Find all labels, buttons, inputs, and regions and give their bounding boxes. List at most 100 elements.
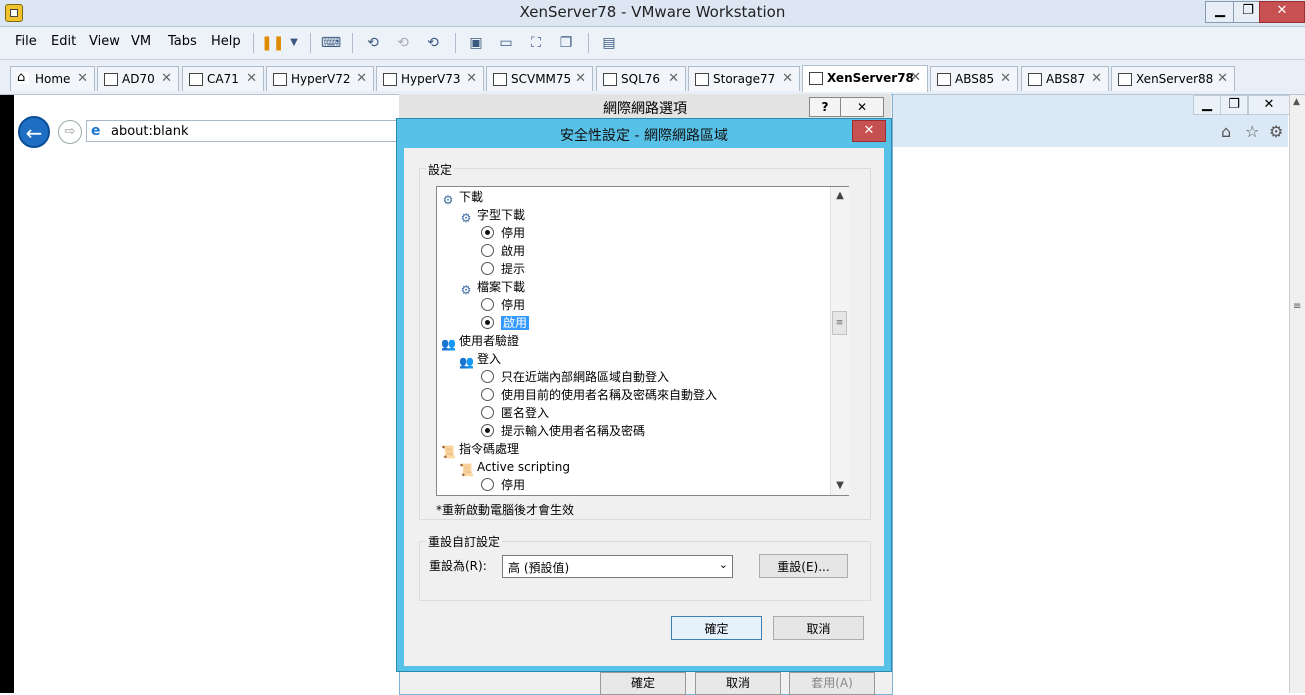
close-icon[interactable]: ✕ xyxy=(1091,67,1102,91)
reset-button[interactable]: 重設(E)... xyxy=(759,554,848,578)
close-icon[interactable]: ✕ xyxy=(1217,67,1228,91)
radio-button[interactable] xyxy=(481,388,494,401)
vm-running-icon xyxy=(273,73,287,86)
browser-close-button[interactable]: ✕ xyxy=(1248,95,1290,115)
tab-xenserver78[interactable]: XenServer78 ✕ xyxy=(802,65,928,92)
minimize-button[interactable]: ▁ xyxy=(1205,1,1235,23)
close-icon[interactable]: ✕ xyxy=(1000,67,1011,91)
favorites-star-icon[interactable]: ☆ xyxy=(1245,122,1259,141)
radio-button-checked[interactable] xyxy=(481,316,494,329)
back-button[interactable]: ← xyxy=(18,116,50,148)
tree-label: Active scripting xyxy=(477,460,570,474)
close-icon[interactable]: ✕ xyxy=(246,67,257,91)
tab-label: HyperV72 xyxy=(291,72,351,86)
radio-button[interactable] xyxy=(481,262,494,275)
snapshot-revert-icon[interactable]: ⟲ xyxy=(392,32,414,54)
tab-sql76[interactable]: SQL76 ✕ xyxy=(596,66,686,91)
menu-vm[interactable]: VM xyxy=(131,34,151,49)
reset-level-select[interactable]: 高 (預設值) ⌄ xyxy=(502,555,733,578)
show-library-icon[interactable]: ▣ xyxy=(465,32,487,54)
radio-button[interactable] xyxy=(481,370,494,383)
radio-button[interactable] xyxy=(481,298,494,311)
tree-option[interactable]: 匿名登入 xyxy=(481,404,549,422)
internet-options-apply-button[interactable]: 套用(A) xyxy=(789,672,875,695)
thumbnail-bar-icon[interactable]: ▭ xyxy=(495,32,517,54)
chevron-down-icon[interactable]: ▼ xyxy=(283,32,305,54)
browser-minimize-button[interactable]: ▁ xyxy=(1193,95,1221,115)
tree-option[interactable]: 啟用 xyxy=(481,242,525,260)
send-ctrl-alt-del-icon[interactable]: ⌨ xyxy=(320,32,342,54)
page-scrollbar[interactable]: ▲ ≡ xyxy=(1289,95,1305,693)
tab-ad70[interactable]: AD70 ✕ xyxy=(97,66,179,91)
cancel-button[interactable]: 取消 xyxy=(773,616,864,640)
tree-label: 檔案下載 xyxy=(477,280,526,294)
forward-button[interactable]: ⇨ xyxy=(58,120,82,144)
snapshot-manager-icon[interactable]: ⟲ xyxy=(422,32,444,54)
radio-button[interactable] xyxy=(481,244,494,257)
menu-file[interactable]: File xyxy=(15,34,37,49)
tree-option[interactable]: 使用目前的使用者名稱及密碼來自動登入 xyxy=(481,386,717,404)
scroll-thumb-grip-icon[interactable]: ≡ xyxy=(1293,301,1301,312)
home-icon[interactable]: ⌂ xyxy=(1221,122,1231,141)
tree-option[interactable]: 只在近端內部網路區域自動登入 xyxy=(481,368,669,386)
browser-restore-button[interactable]: ❐ xyxy=(1220,95,1248,115)
tree-category: 👥 使用者驗證 xyxy=(441,332,519,351)
tab-label: Storage77 xyxy=(713,72,776,86)
tab-abs85[interactable]: ABS85 ✕ xyxy=(930,66,1018,91)
security-settings-close-button[interactable]: ✕ xyxy=(852,120,886,142)
radio-button-checked[interactable] xyxy=(481,226,494,239)
internet-options-ok-button[interactable]: 確定 xyxy=(600,672,686,695)
radio-button[interactable] xyxy=(481,406,494,419)
scroll-up-icon[interactable]: ▲ xyxy=(831,188,849,204)
reset-to-label: 重設為(R): xyxy=(429,559,487,573)
tree-option[interactable]: 停用 xyxy=(481,296,525,314)
console-view-icon[interactable]: ▤ xyxy=(598,32,620,54)
scroll-up-icon[interactable]: ▲ xyxy=(1293,97,1300,107)
tab-xenserver88[interactable]: XenServer88 ✕ xyxy=(1111,66,1235,91)
close-icon[interactable]: ✕ xyxy=(910,66,921,90)
menu-help[interactable]: Help xyxy=(211,34,241,49)
help-button[interactable]: ? xyxy=(809,97,841,117)
tree-option[interactable]: 提示 xyxy=(481,260,525,278)
internet-options-close-button[interactable]: ✕ xyxy=(840,97,884,117)
scroll-thumb[interactable]: ≡ xyxy=(832,311,847,335)
pause-icon[interactable]: ❚❚ xyxy=(261,32,284,54)
tree-label: 只在近端內部網路區域自動登入 xyxy=(501,370,670,384)
close-icon[interactable]: ✕ xyxy=(356,67,367,91)
close-icon[interactable]: ✕ xyxy=(466,67,477,91)
close-icon[interactable]: ✕ xyxy=(782,67,793,91)
radio-button[interactable] xyxy=(481,478,494,491)
internet-options-cancel-button[interactable]: 取消 xyxy=(695,672,781,695)
close-icon[interactable]: ✕ xyxy=(668,67,679,91)
close-icon[interactable]: ✕ xyxy=(77,67,88,91)
tab-scvmm75[interactable]: SCVMM75 ✕ xyxy=(486,66,593,91)
app-title-bar: XenServer78 - VMware Workstation ▁ ❐ ✕ xyxy=(0,0,1305,27)
tab-storage77[interactable]: Storage77 ✕ xyxy=(688,66,800,91)
close-button[interactable]: ✕ xyxy=(1259,1,1305,23)
tree-option[interactable]: 停用 xyxy=(481,476,525,494)
tab-label: XenServer88 xyxy=(1136,72,1214,86)
tab-home[interactable]: ⌂ Home ✕ xyxy=(10,66,95,91)
settings-tree[interactable]: ⚙ 下載 ⚙ 字型下載 停用 啟用 提示 ⚙ 檔案下載 停用 啟用 👥 使用者驗證 👥 登… xyxy=(436,186,849,496)
gear-icon[interactable]: ⚙ xyxy=(1269,122,1283,141)
menu-tabs[interactable]: Tabs xyxy=(168,34,197,49)
menu-edit[interactable]: Edit xyxy=(51,34,76,49)
scroll-down-icon[interactable]: ▼ xyxy=(831,478,849,494)
full-screen-icon[interactable]: ⛶ xyxy=(525,32,547,54)
radio-button-checked[interactable] xyxy=(481,424,494,437)
tab-abs87[interactable]: ABS87 ✕ xyxy=(1021,66,1109,91)
tree-option[interactable]: 停用 xyxy=(481,224,525,242)
close-icon[interactable]: ✕ xyxy=(161,67,172,91)
tree-option[interactable]: 啟用 xyxy=(481,314,530,332)
settings-tree-scrollbar[interactable]: ▲ ≡ ▼ xyxy=(830,187,849,495)
unity-icon[interactable]: ❐ xyxy=(555,32,577,54)
tree-option[interactable]: 提示輸入使用者名稱及密碼 xyxy=(481,422,645,440)
ok-button[interactable]: 確定 xyxy=(671,616,762,640)
close-icon[interactable]: ✕ xyxy=(575,67,586,91)
snapshot-take-icon[interactable]: ⟲ xyxy=(362,32,384,54)
tab-hyperv72[interactable]: HyperV72 ✕ xyxy=(266,66,374,91)
tab-ca71[interactable]: CA71 ✕ xyxy=(182,66,264,91)
menu-view[interactable]: View xyxy=(89,34,120,49)
tab-hyperv73[interactable]: HyperV73 ✕ xyxy=(376,66,484,91)
address-bar[interactable]: e about:blank xyxy=(86,120,398,142)
